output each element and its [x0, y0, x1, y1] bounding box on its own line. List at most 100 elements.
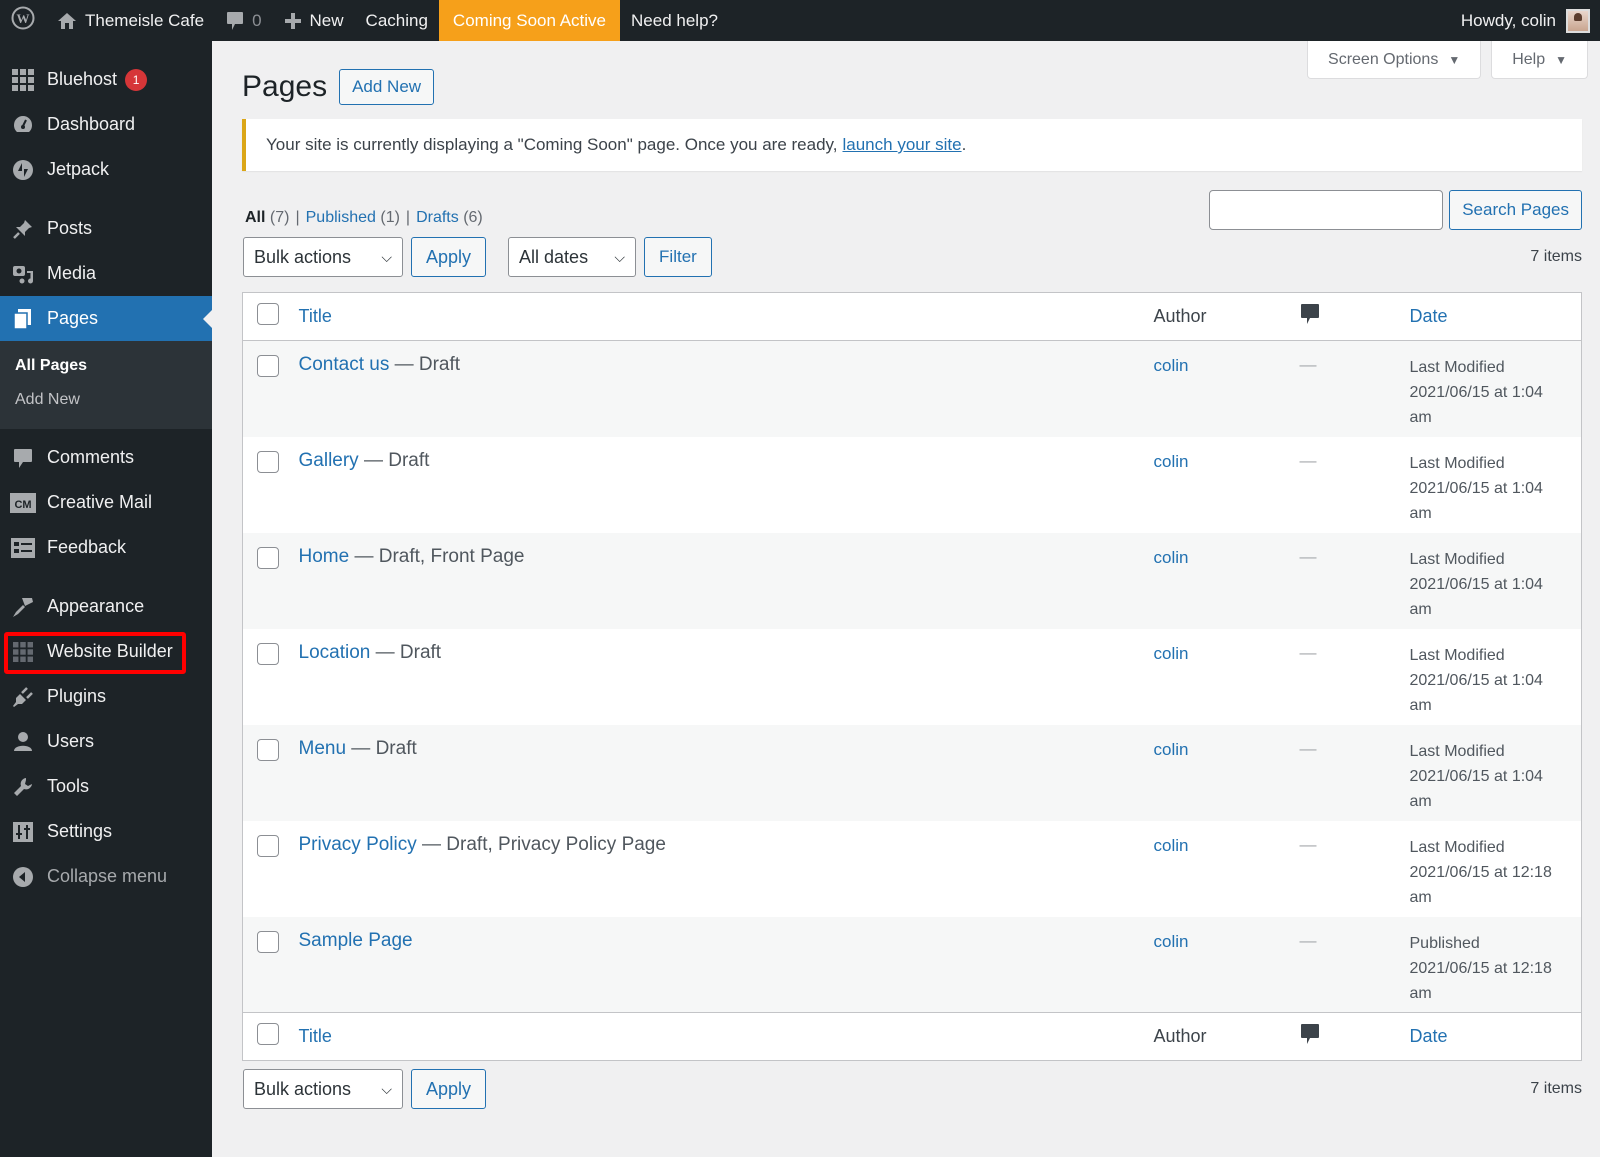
sidebar-item-bluehost[interactable]: Bluehost 1: [0, 57, 212, 102]
row-checkbox-cell: [243, 725, 299, 821]
separator: |: [405, 209, 411, 226]
dates-select[interactable]: All dates ⌵: [508, 237, 637, 277]
row-checkbox[interactable]: [257, 355, 279, 377]
sidebar-item-jetpack[interactable]: Jetpack: [0, 147, 212, 192]
date-ampm: am: [1409, 409, 1432, 426]
row-checkbox[interactable]: [257, 546, 279, 569]
sidebar-item-users[interactable]: Users: [0, 719, 212, 764]
title-cell: Sample Page: [299, 917, 1154, 1013]
search-input[interactable]: [1209, 190, 1444, 230]
sort-title-link[interactable]: Title: [299, 306, 332, 326]
row-checkbox[interactable]: [257, 738, 279, 761]
sidebar-item-label: Pages: [47, 308, 99, 328]
sidebar-item-comments[interactable]: Comments: [0, 435, 212, 480]
bulk-actions-select[interactable]: Bulk actions ⌵: [243, 1069, 403, 1109]
table-row: Contact us — Draft colin — Last Modified 202…: [242, 340, 1582, 437]
page-heading: Pages Add New: [242, 69, 435, 105]
page-title-link[interactable]: Sample Page: [299, 930, 413, 951]
sidebar-item-pages[interactable]: Pages: [0, 296, 212, 341]
date-value: 2021/06/15 at 1:04: [1409, 671, 1543, 689]
admin-sidebar: Bluehost 1 Dashboard Jetpack Posts Media…: [0, 41, 212, 1157]
page-title-link[interactable]: Home: [299, 546, 350, 567]
bulk-actions-select[interactable]: Bulk actions ⌵: [243, 237, 403, 277]
page-title-link[interactable]: Location: [299, 642, 371, 663]
wp-logo-menu[interactable]: W: [0, 0, 46, 41]
sidebar-item-tools[interactable]: Tools: [0, 764, 212, 809]
comments-cell: —: [1299, 546, 1317, 566]
comments-menu[interactable]: 0: [215, 0, 272, 41]
page-title-link[interactable]: Gallery: [299, 450, 359, 471]
help-button[interactable]: Help ▼: [1491, 41, 1588, 79]
author-link[interactable]: colin: [1154, 740, 1189, 759]
screen-options-button[interactable]: Screen Options ▼: [1307, 41, 1482, 79]
page-title-link[interactable]: Contact us: [299, 354, 390, 375]
date-header: Date: [1409, 1012, 1582, 1061]
sidebar-item-creative-mail[interactable]: CM Creative Mail: [0, 480, 212, 525]
site-name-menu[interactable]: Themeisle Cafe: [46, 0, 215, 41]
post-state: — Draft: [346, 737, 417, 759]
sidebar-item-website-builder[interactable]: Website Builder: [0, 629, 212, 674]
page-title-link[interactable]: Privacy Policy: [299, 834, 417, 855]
sort-date-link[interactable]: Date: [1410, 1026, 1448, 1046]
sidebar-item-settings[interactable]: Settings: [0, 809, 212, 854]
filter-published[interactable]: Published (1): [306, 209, 400, 227]
filter-button[interactable]: Filter: [644, 237, 712, 277]
post-state: — Draft, Front Page: [349, 545, 525, 567]
date-cell: Last Modified 2021/06/15 at 1:04 am: [1410, 533, 1582, 629]
author-link[interactable]: colin: [1154, 548, 1189, 567]
apply-button[interactable]: Apply: [411, 1069, 487, 1109]
new-content-menu[interactable]: New: [273, 0, 355, 41]
select-all-checkbox[interactable]: [257, 1023, 279, 1045]
date-ampm: am: [1409, 504, 1432, 522]
sort-date-link[interactable]: Date: [1410, 306, 1448, 326]
feedback-icon: [10, 535, 36, 561]
settings-icon: [10, 819, 36, 845]
need-help-menu[interactable]: Need help?: [620, 0, 729, 41]
select-all-checkbox[interactable]: [257, 303, 279, 325]
sidebar-item-appearance[interactable]: Appearance: [0, 584, 212, 629]
search-pages-button[interactable]: Search Pages: [1449, 190, 1582, 230]
notice-text: Your site is currently displaying a "Com…: [266, 135, 838, 154]
page-title-link[interactable]: Menu: [299, 738, 347, 759]
select-all-cell: [242, 292, 299, 341]
add-new-button[interactable]: Add New: [339, 69, 435, 105]
coming-soon-status[interactable]: Coming Soon Active: [438, 0, 621, 41]
sidebar-item-feedback[interactable]: Feedback: [0, 525, 212, 570]
author-link[interactable]: colin: [1154, 932, 1189, 951]
sidebar-item-plugins[interactable]: Plugins: [0, 674, 212, 719]
date-status: Last Modified: [1409, 838, 1505, 856]
sidebar-item-posts[interactable]: Posts: [0, 206, 212, 251]
launch-site-link[interactable]: launch your site: [843, 135, 962, 155]
comment-icon: [10, 445, 36, 471]
filter-drafts[interactable]: Drafts (6): [416, 209, 483, 227]
sidebar-item-dashboard[interactable]: Dashboard: [0, 102, 212, 147]
apply-button[interactable]: Apply: [411, 237, 487, 277]
sidebar-item-label: Dashboard: [47, 114, 136, 134]
sort-title-link[interactable]: Title: [299, 1026, 332, 1046]
collapse-menu-button[interactable]: Collapse menu: [0, 854, 212, 899]
date-cell: Last Modified 2021/06/15 at 1:04 am: [1410, 341, 1582, 437]
caching-menu[interactable]: Caching: [355, 0, 439, 41]
row-checkbox[interactable]: [257, 930, 279, 953]
cm-icon: CM: [10, 490, 36, 516]
collapse-icon: [10, 864, 36, 890]
sidebar-item-media[interactable]: Media: [0, 251, 212, 296]
row-checkbox-cell: [243, 341, 299, 437]
author-link[interactable]: colin: [1154, 452, 1189, 471]
row-checkbox[interactable]: [257, 834, 279, 857]
row-checkbox[interactable]: [257, 642, 279, 665]
author-link[interactable]: colin: [1154, 356, 1189, 375]
filter-all[interactable]: All (7): [245, 209, 289, 227]
status-filters: All (7) | Published (1) | Drafts (6): [245, 209, 483, 227]
date-cell: Last Modified 2021/06/15 at 1:04 am: [1410, 725, 1582, 821]
table-row: Home — Draft, Front Page colin — Last Modif…: [242, 532, 1582, 629]
my-account-menu[interactable]: Howdy, colin: [1461, 8, 1600, 33]
comments-cell: —: [1299, 930, 1317, 950]
admin-bar: W Themeisle Cafe 0 New Caching Coming So…: [0, 0, 1600, 41]
author-link[interactable]: colin: [1154, 644, 1189, 663]
submenu-add-new[interactable]: Add New: [0, 383, 212, 417]
date-cell: Last Modified 2021/06/15 at 12:18 am: [1410, 821, 1582, 917]
author-link[interactable]: colin: [1154, 836, 1189, 855]
submenu-all-pages[interactable]: All Pages: [0, 349, 212, 383]
row-checkbox[interactable]: [257, 450, 279, 473]
